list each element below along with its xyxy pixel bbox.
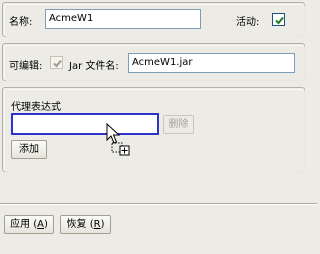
proxy-expression-input[interactable] bbox=[11, 113, 159, 135]
proxy-expression-title: 代理表达式 bbox=[11, 102, 61, 113]
footer-separator-highlight bbox=[0, 204, 317, 205]
active-checkbox[interactable] bbox=[272, 13, 285, 26]
settings-panel: 名称: AcmeW1 活动: 可编辑: Jar 文件名: AcmeW1.jar … bbox=[0, 0, 317, 254]
apply-mnemonic: A bbox=[37, 219, 45, 230]
active-label: 活动: bbox=[236, 17, 260, 28]
name-label: 名称: bbox=[9, 17, 33, 28]
jar-name-field[interactable]: AcmeW1.jar bbox=[128, 53, 295, 73]
delete-button[interactable]: 删除 bbox=[163, 115, 194, 134]
restore-mnemonic: R bbox=[93, 219, 101, 230]
editable-checkbox[interactable] bbox=[50, 56, 63, 69]
checkmark-icon bbox=[53, 59, 62, 68]
checkmark-icon bbox=[275, 16, 284, 25]
restore-button[interactable]: 恢复 (R) bbox=[60, 215, 111, 234]
apply-button[interactable]: 应用 (A) bbox=[4, 215, 54, 234]
apply-label: 应用 bbox=[10, 219, 31, 230]
bottom-edge bbox=[0, 245, 317, 254]
jar-name-label: Jar 文件名: bbox=[69, 61, 119, 72]
restore-label: 恢复 bbox=[66, 219, 87, 230]
add-button[interactable]: 添加 bbox=[11, 140, 47, 159]
editable-label: 可编辑: bbox=[9, 61, 43, 72]
name-field[interactable]: AcmeW1 bbox=[45, 9, 201, 29]
